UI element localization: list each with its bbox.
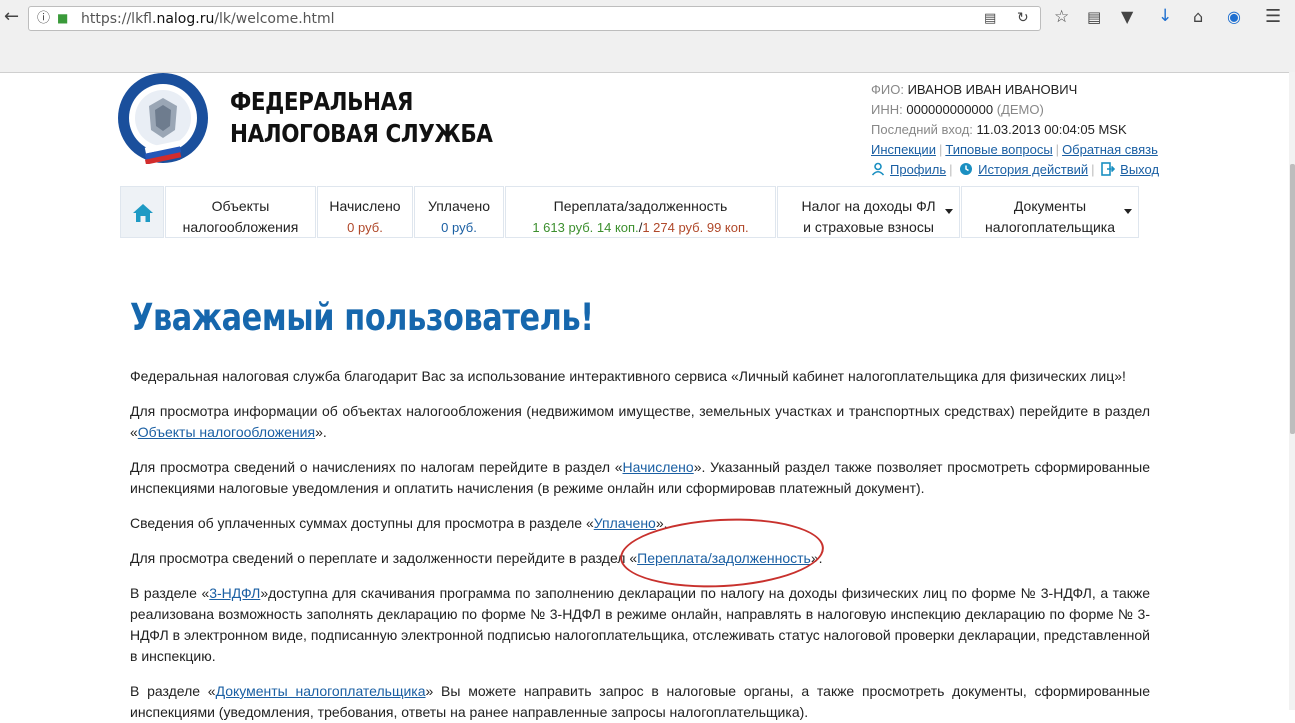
- inn-value: 000000000000: [906, 102, 994, 117]
- back-icon[interactable]: ←: [4, 8, 19, 26]
- fio-row: ФИО: ИВАНОВ ИВАН ИВАНОВИЧ: [871, 82, 1078, 97]
- paragraph-documents: В разделе «Документы налогоплательщика» …: [130, 683, 1150, 720]
- help-links: Инспекции | Типовые вопросы | Обратная связь: [871, 142, 1158, 157]
- fns-emblem-logo[interactable]: [115, 72, 211, 164]
- paragraph-accrued: Для просмотра сведений о начислениях по …: [130, 459, 1151, 496]
- tab-accrued[interactable]: Начислено 0 руб.: [317, 186, 413, 238]
- fio-value: ИВАНОВ ИВАН ИВАНОВИЧ: [907, 82, 1078, 97]
- overpayment-sum: 1 613 руб. 14 коп.: [532, 220, 639, 235]
- account-links: Профиль | История действий | Выход: [871, 160, 1159, 180]
- profile-icon: [871, 162, 885, 176]
- last-login-value: 11.03.2013 00:04:05 MSK: [976, 122, 1127, 137]
- paragraph-thanks: Федеральная налоговая служба благодарит …: [130, 368, 1126, 384]
- faq-link[interactable]: Типовые вопросы: [945, 142, 1052, 157]
- paragraph-paid: Сведения об уплаченных суммах доступны д…: [130, 515, 668, 531]
- debt-sum: 1 274 руб. 99 коп.: [642, 220, 749, 235]
- logout-link[interactable]: Выход: [1120, 162, 1159, 177]
- accrued-link[interactable]: Начислено: [623, 459, 694, 475]
- tab-documents[interactable]: Документы налогоплательщика: [961, 186, 1139, 238]
- home-icon: [133, 204, 153, 222]
- paid-link[interactable]: Уплачено: [594, 515, 656, 531]
- browser-toolbar: ← ⓘ ■ https://lkfl.nalog.ru/lk/welcome.h…: [0, 0, 1295, 73]
- inspections-link[interactable]: Инспекции: [871, 142, 936, 157]
- feedback-link[interactable]: Обратная связь: [1062, 142, 1158, 157]
- bookmark-star-icon[interactable]: ☆: [1054, 9, 1069, 26]
- reload-icon[interactable]: ↻: [1017, 11, 1029, 25]
- paragraph-objects: Для просмотра информации об объектах нал…: [130, 403, 1150, 440]
- user-info-panel: ФИО: ИВАНОВ ИВАН ИВАНОВИЧ ИНН: 000000000…: [871, 80, 1159, 180]
- history-icon: [960, 163, 973, 175]
- tab-balance[interactable]: Переплата/задолженность 1 613 руб. 14 ко…: [505, 186, 776, 238]
- tab-objects[interactable]: Объекты налогообложения: [165, 186, 316, 238]
- extension-icon[interactable]: ◉: [1227, 9, 1241, 25]
- paid-sum: 0 руб.: [441, 220, 477, 235]
- home-icon[interactable]: ⌂: [1193, 9, 1203, 25]
- reader-view-icon[interactable]: ▤: [984, 12, 996, 25]
- documents-link[interactable]: Документы налогоплательщика: [216, 683, 426, 699]
- demo-note: (ДЕМО): [996, 102, 1044, 117]
- tab-paid[interactable]: Уплачено 0 руб.: [414, 186, 504, 238]
- scrollbar-thumb[interactable]: [1290, 164, 1295, 434]
- address-bar[interactable]: ⓘ ■ https://lkfl.nalog.ru/lk/welcome.htm…: [28, 6, 1041, 31]
- profile-link[interactable]: Профиль: [890, 162, 946, 177]
- menu-icon[interactable]: ☰: [1265, 8, 1281, 26]
- scrollbar[interactable]: [1289, 72, 1295, 710]
- info-icon[interactable]: ⓘ: [37, 12, 50, 25]
- lock-icon: ■: [57, 11, 69, 25]
- reading-list-icon[interactable]: ▤: [1087, 10, 1101, 25]
- ndfl-link[interactable]: 3-НДФЛ: [209, 585, 260, 601]
- pocket-icon[interactable]: ▼: [1121, 9, 1133, 25]
- download-icon[interactable]: ↓: [1158, 8, 1172, 25]
- history-link[interactable]: История действий: [978, 162, 1088, 177]
- tab-home[interactable]: [120, 186, 164, 238]
- objects-link[interactable]: Объекты налогообложения: [138, 424, 315, 440]
- chevron-down-icon: [1124, 209, 1132, 214]
- tab-ndfl[interactable]: Налог на доходы ФЛ и страховые взносы: [777, 186, 960, 238]
- organization-name: ФЕДЕРАЛЬНАЯ НАЛОГОВАЯ СЛУЖБА: [230, 87, 493, 148]
- inn-row: ИНН: 000000000000 (ДЕМО): [871, 102, 1044, 117]
- logout-icon: [1101, 162, 1116, 176]
- paragraph-ndfl: В разделе «3-НДФЛ»доступна для скачивани…: [130, 585, 1150, 664]
- chevron-down-icon: [945, 209, 953, 214]
- accrued-sum: 0 руб.: [347, 220, 383, 235]
- page-title: Уважаемый пользователь!: [130, 296, 594, 339]
- last-login-row: Последний вход: 11.03.2013 00:04:05 MSK: [871, 122, 1127, 137]
- url-text: https://lkfl.nalog.ru/lk/welcome.html: [81, 11, 335, 27]
